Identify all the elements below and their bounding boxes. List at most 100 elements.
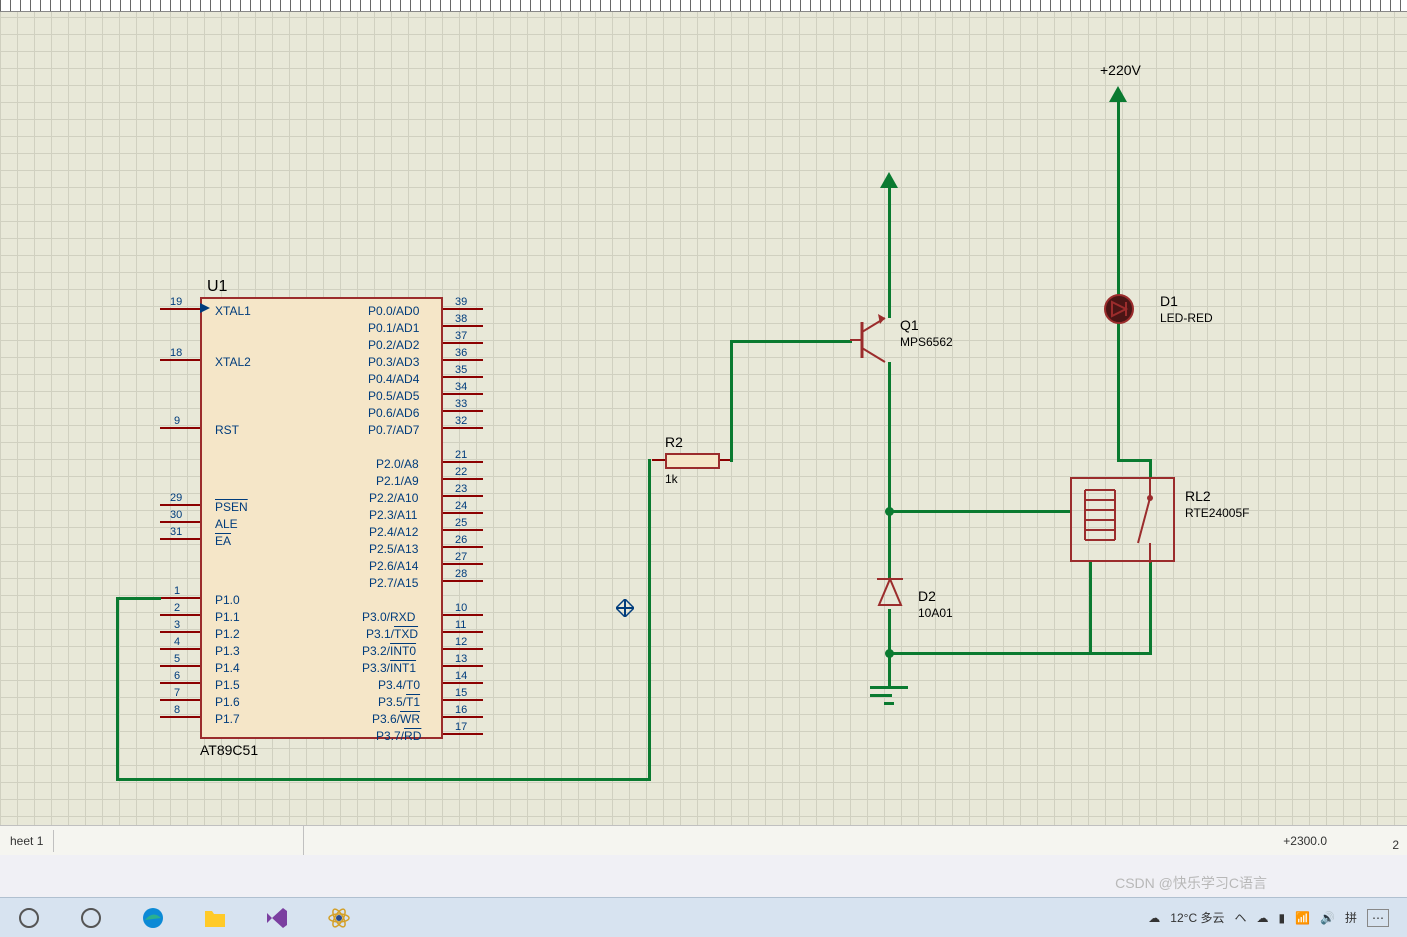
pin-stub <box>652 459 666 461</box>
taskbar-edge[interactable] <box>132 900 174 936</box>
pin-stub <box>160 699 200 701</box>
component-d2[interactable] <box>875 575 905 611</box>
pin-label: P3.1/TXD <box>366 627 418 641</box>
pin-stub <box>443 461 483 463</box>
pin-num: 34 <box>455 381 467 393</box>
pin-label: ALE <box>215 517 238 531</box>
pin-stub <box>443 665 483 667</box>
pin-stub <box>443 546 483 548</box>
pin-num: 29 <box>170 492 182 504</box>
pin-num: 7 <box>174 687 180 699</box>
pin-label: P3.5/T1 <box>378 695 420 709</box>
taskbar-proteus[interactable] <box>318 900 360 936</box>
weather-text: 12°C 多云 <box>1170 909 1224 926</box>
pin-num: 11 <box>455 619 466 631</box>
horizontal-ruler <box>0 0 1407 12</box>
system-tray[interactable]: ☁ 12°C 多云 ヘ ☁ ▮ 📶 🔊 拼 ⋯ <box>1148 909 1399 927</box>
pin-num: 31 <box>170 526 182 538</box>
pin-num: 9 <box>174 415 180 427</box>
wire <box>888 652 1092 655</box>
edge-icon <box>141 906 165 930</box>
pin-label: P2.4/A12 <box>369 525 418 539</box>
pin-label: PSEN <box>215 500 248 514</box>
component-r2[interactable] <box>665 453 720 469</box>
pin-num: 3 <box>174 619 180 631</box>
pin-label: P0.1/AD1 <box>368 321 419 335</box>
pin-label: P3.6/WR <box>372 712 420 726</box>
start-button[interactable] <box>8 900 50 936</box>
pin-label: P1.0 <box>215 593 240 607</box>
led-symbol <box>1108 298 1130 320</box>
pin-stub <box>443 393 483 395</box>
pin-stub <box>443 359 483 361</box>
junction <box>885 649 894 658</box>
junction <box>885 507 894 516</box>
pin-num: 18 <box>170 347 182 359</box>
pin-num: 10 <box>455 602 467 614</box>
windows-icon <box>18 907 40 929</box>
d2-ref: D2 <box>918 588 936 604</box>
tray-volume-icon[interactable]: 🔊 <box>1320 911 1335 925</box>
tray-chevron-icon[interactable]: ヘ <box>1234 909 1246 926</box>
schematic-canvas[interactable]: U1 AT89C51 19 XTAL1 18 XTAL2 9 RST 29 PS… <box>0 0 1407 825</box>
rl2-ref: RL2 <box>1185 488 1211 504</box>
wire <box>116 597 119 781</box>
pin-label: P3.2/INT0 <box>362 644 416 658</box>
wire <box>1117 100 1120 295</box>
pin-stub <box>160 614 200 616</box>
pin-num: 13 <box>455 653 467 665</box>
windows-taskbar[interactable]: ☁ 12°C 多云 ヘ ☁ ▮ 📶 🔊 拼 ⋯ <box>0 897 1407 937</box>
rl2-part: RTE24005F <box>1185 506 1249 520</box>
pin-stub <box>443 699 483 701</box>
circle-icon <box>80 907 102 929</box>
pin-num: 37 <box>455 330 467 342</box>
pin-label: P2.6/A14 <box>369 559 418 573</box>
pin-label: P0.6/AD6 <box>368 406 419 420</box>
pin-stub <box>443 631 483 633</box>
pin-stub <box>443 308 483 310</box>
pin-num: 1 <box>174 585 180 597</box>
pin-num: 19 <box>170 296 182 308</box>
taskbar-cortana[interactable] <box>70 900 112 936</box>
power-arrow-q1 <box>880 172 898 188</box>
pin-num: 38 <box>455 313 467 325</box>
wire <box>730 340 852 343</box>
relay-coil <box>1075 485 1125 555</box>
pin-label: P1.6 <box>215 695 240 709</box>
pin-label: EA <box>215 534 231 548</box>
wire <box>730 340 733 462</box>
pin-label: P2.2/A10 <box>369 491 418 505</box>
u1-ref: U1 <box>207 278 227 296</box>
component-q1[interactable] <box>850 310 900 370</box>
wire <box>888 609 891 653</box>
pin-stub <box>443 529 483 531</box>
wire <box>1117 459 1152 462</box>
r2-ref: R2 <box>665 434 683 450</box>
watermark: CSDN @快乐学习C语言 <box>1115 873 1267 893</box>
tray-battery-icon[interactable]: ▮ <box>1278 911 1285 925</box>
tray-ime[interactable]: 拼 <box>1345 909 1357 926</box>
tray-wifi-icon[interactable]: 📶 <box>1295 911 1310 925</box>
pin-num: 8 <box>174 704 180 716</box>
pin-label: P0.3/AD3 <box>368 355 419 369</box>
pin-num: 24 <box>455 500 467 512</box>
pin-stub <box>443 325 483 327</box>
pin-stub <box>443 512 483 514</box>
pin-stub <box>443 614 483 616</box>
pin-num: 22 <box>455 466 467 478</box>
pin-label: P1.1 <box>215 610 240 624</box>
pin-num: 6 <box>174 670 180 682</box>
pin-label: P1.2 <box>215 627 240 641</box>
taskbar-visualstudio[interactable] <box>256 900 298 936</box>
pin-num: 14 <box>455 670 467 682</box>
taskbar-explorer[interactable] <box>194 900 236 936</box>
pin-arrow <box>200 303 211 314</box>
wire <box>648 459 651 781</box>
tray-more-icon[interactable]: ⋯ <box>1367 909 1389 927</box>
pin-stub <box>443 342 483 344</box>
pin-label: P3.3/INT1 <box>362 661 416 675</box>
tray-onedrive-icon[interactable]: ☁ <box>1256 911 1268 925</box>
d2-part: 10A01 <box>918 606 953 620</box>
pin-label: P2.5/A13 <box>369 542 418 556</box>
pin-num: 16 <box>455 704 467 716</box>
